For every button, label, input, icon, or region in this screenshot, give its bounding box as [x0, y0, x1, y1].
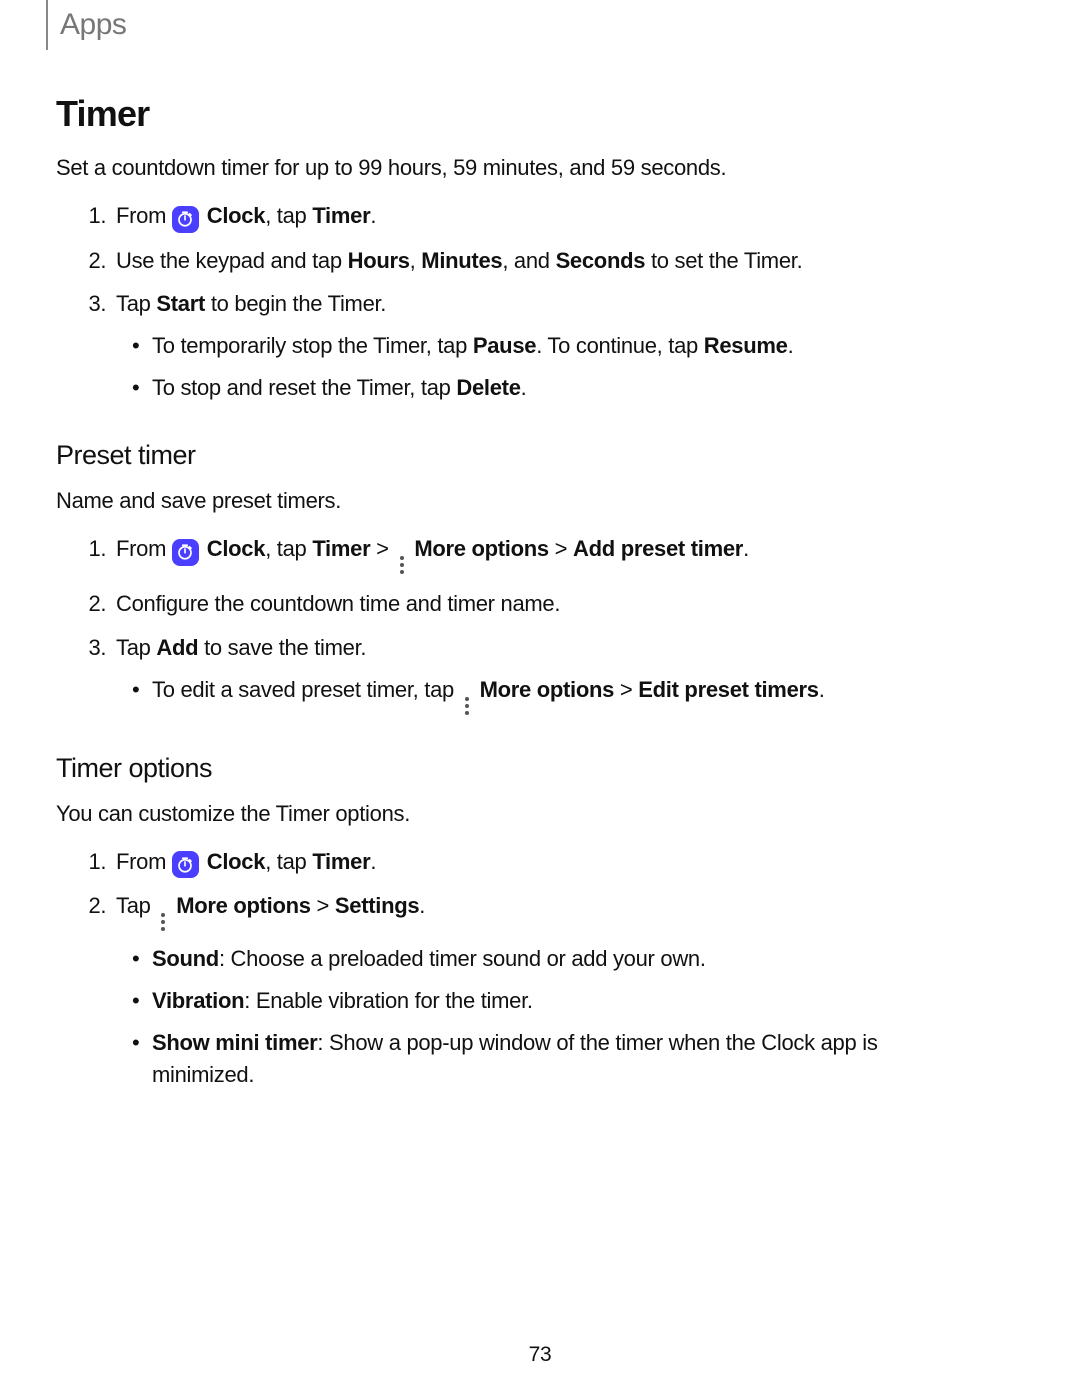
- section-title-preset: Preset timer: [56, 436, 971, 475]
- clock-icon: [172, 539, 199, 566]
- timer-steps: From Clock, tap Timer. Use the keypad an…: [56, 200, 971, 404]
- list-item: Tap Start to begin the Timer. To tempora…: [112, 288, 971, 404]
- preset-steps: From Clock, tap Timer > More options > A…: [56, 533, 971, 717]
- more-options-icon: [156, 911, 170, 933]
- section-title-timer: Timer: [56, 88, 971, 140]
- sub-bullets: To temporarily stop the Timer, tap Pause…: [116, 330, 971, 404]
- more-options-icon: [395, 554, 409, 576]
- list-item: Tap Add to save the timer. To edit a sav…: [112, 632, 971, 717]
- section-intro: You can customize the Timer options.: [56, 798, 971, 830]
- list-item: Use the keypad and tap Hours, Minutes, a…: [112, 245, 971, 277]
- clock-icon: [172, 851, 199, 878]
- list-item: To edit a saved preset timer, tap More o…: [152, 674, 971, 717]
- sub-bullets: Sound: Choose a preloaded timer sound or…: [116, 943, 971, 1091]
- list-item: To stop and reset the Timer, tap Delete.: [152, 372, 971, 404]
- list-item: From Clock, tap Timer > More options > A…: [112, 533, 971, 576]
- list-item: Show mini timer: Show a pop-up window of…: [152, 1027, 971, 1091]
- sub-bullets: To edit a saved preset timer, tap More o…: [116, 674, 971, 717]
- list-item: Sound: Choose a preloaded timer sound or…: [152, 943, 971, 975]
- page-number: 73: [0, 1343, 1080, 1367]
- page-content: Timer Set a countdown timer for up to 99…: [56, 88, 971, 1103]
- list-item: Tap More options > Settings. Sound: Choo…: [112, 890, 971, 1091]
- more-options-icon: [460, 695, 474, 717]
- list-item: Vibration: Enable vibration for the time…: [152, 985, 971, 1017]
- breadcrumb: Apps: [46, 0, 126, 50]
- section-intro: Set a countdown timer for up to 99 hours…: [56, 152, 971, 184]
- section-intro: Name and save preset timers.: [56, 485, 971, 517]
- options-steps: From Clock, tap Timer. Tap More options …: [56, 846, 971, 1091]
- list-item: To temporarily stop the Timer, tap Pause…: [152, 330, 971, 362]
- list-item: Configure the countdown time and timer n…: [112, 588, 971, 620]
- list-item: From Clock, tap Timer.: [112, 846, 971, 879]
- section-title-options: Timer options: [56, 749, 971, 788]
- clock-icon: [172, 206, 199, 233]
- list-item: From Clock, tap Timer.: [112, 200, 971, 233]
- breadcrumb-label: Apps: [60, 8, 126, 41]
